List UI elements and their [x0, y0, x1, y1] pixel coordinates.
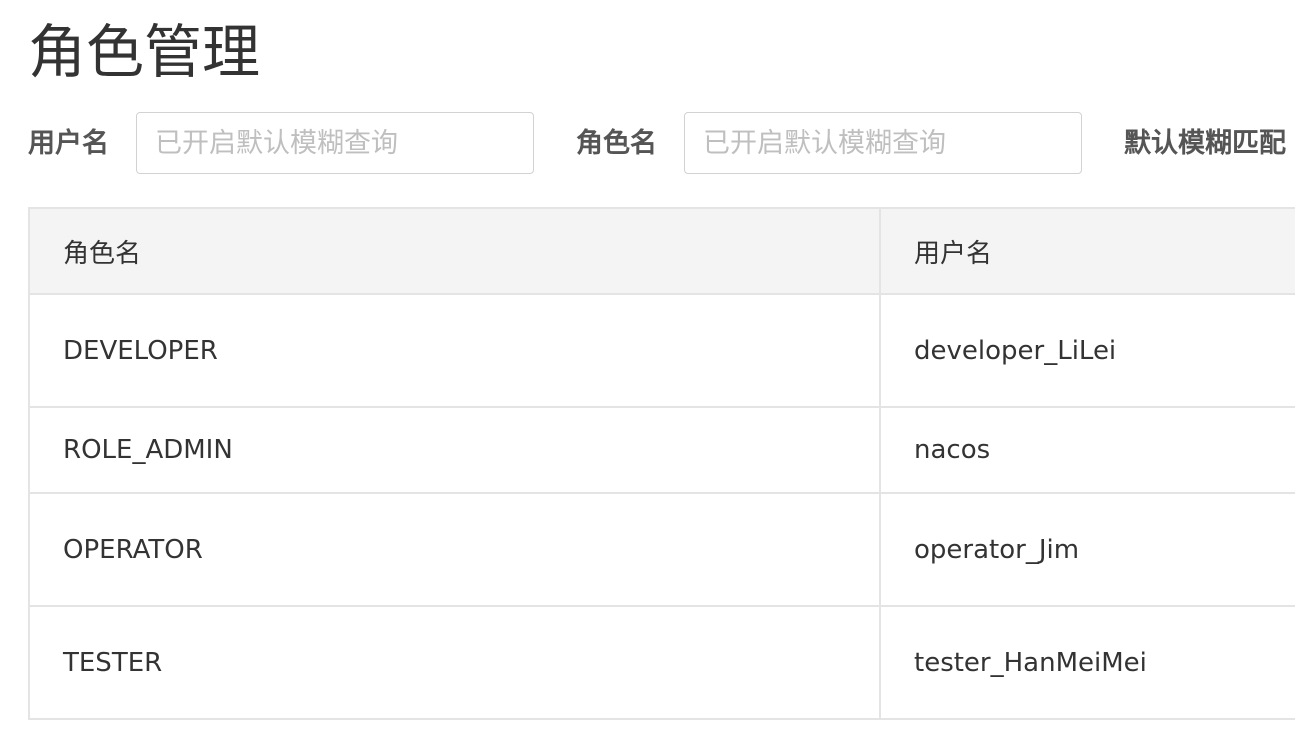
- role-filter-label: 角色名: [576, 128, 657, 159]
- role-cell: DEVELOPER: [28, 293, 881, 408]
- table-row: OPERATOR operator_Jim: [28, 492, 1295, 607]
- table-row: DEVELOPER developer_LiLei: [28, 293, 1295, 408]
- column-header-role: 角色名: [28, 207, 881, 295]
- username-cell: tester_HanMeiMei: [879, 605, 1295, 720]
- roles-table: 角色名 用户名 DEVELOPER developer_LiLei ROLE_A…: [28, 207, 1295, 720]
- table-row: TESTER tester_HanMeiMei: [28, 605, 1295, 720]
- table-header-row: 角色名 用户名: [28, 207, 1295, 295]
- role-cell: ROLE_ADMIN: [28, 406, 881, 494]
- username-search-input[interactable]: [136, 112, 534, 174]
- role-cell: TESTER: [28, 605, 881, 720]
- role-search-input[interactable]: [684, 112, 1082, 174]
- role-cell: OPERATOR: [28, 492, 881, 607]
- page-title: 角色管理: [28, 18, 261, 86]
- username-filter-label: 用户名: [28, 128, 109, 159]
- username-cell: nacos: [879, 406, 1295, 494]
- fuzzy-match-label: 默认模糊匹配: [1124, 128, 1286, 159]
- username-cell: developer_LiLei: [879, 293, 1295, 408]
- table-row: ROLE_ADMIN nacos: [28, 406, 1295, 494]
- roles-table-container: 角色名 用户名 DEVELOPER developer_LiLei ROLE_A…: [28, 207, 1295, 723]
- column-header-username: 用户名: [879, 207, 1295, 295]
- username-cell: operator_Jim: [879, 492, 1295, 607]
